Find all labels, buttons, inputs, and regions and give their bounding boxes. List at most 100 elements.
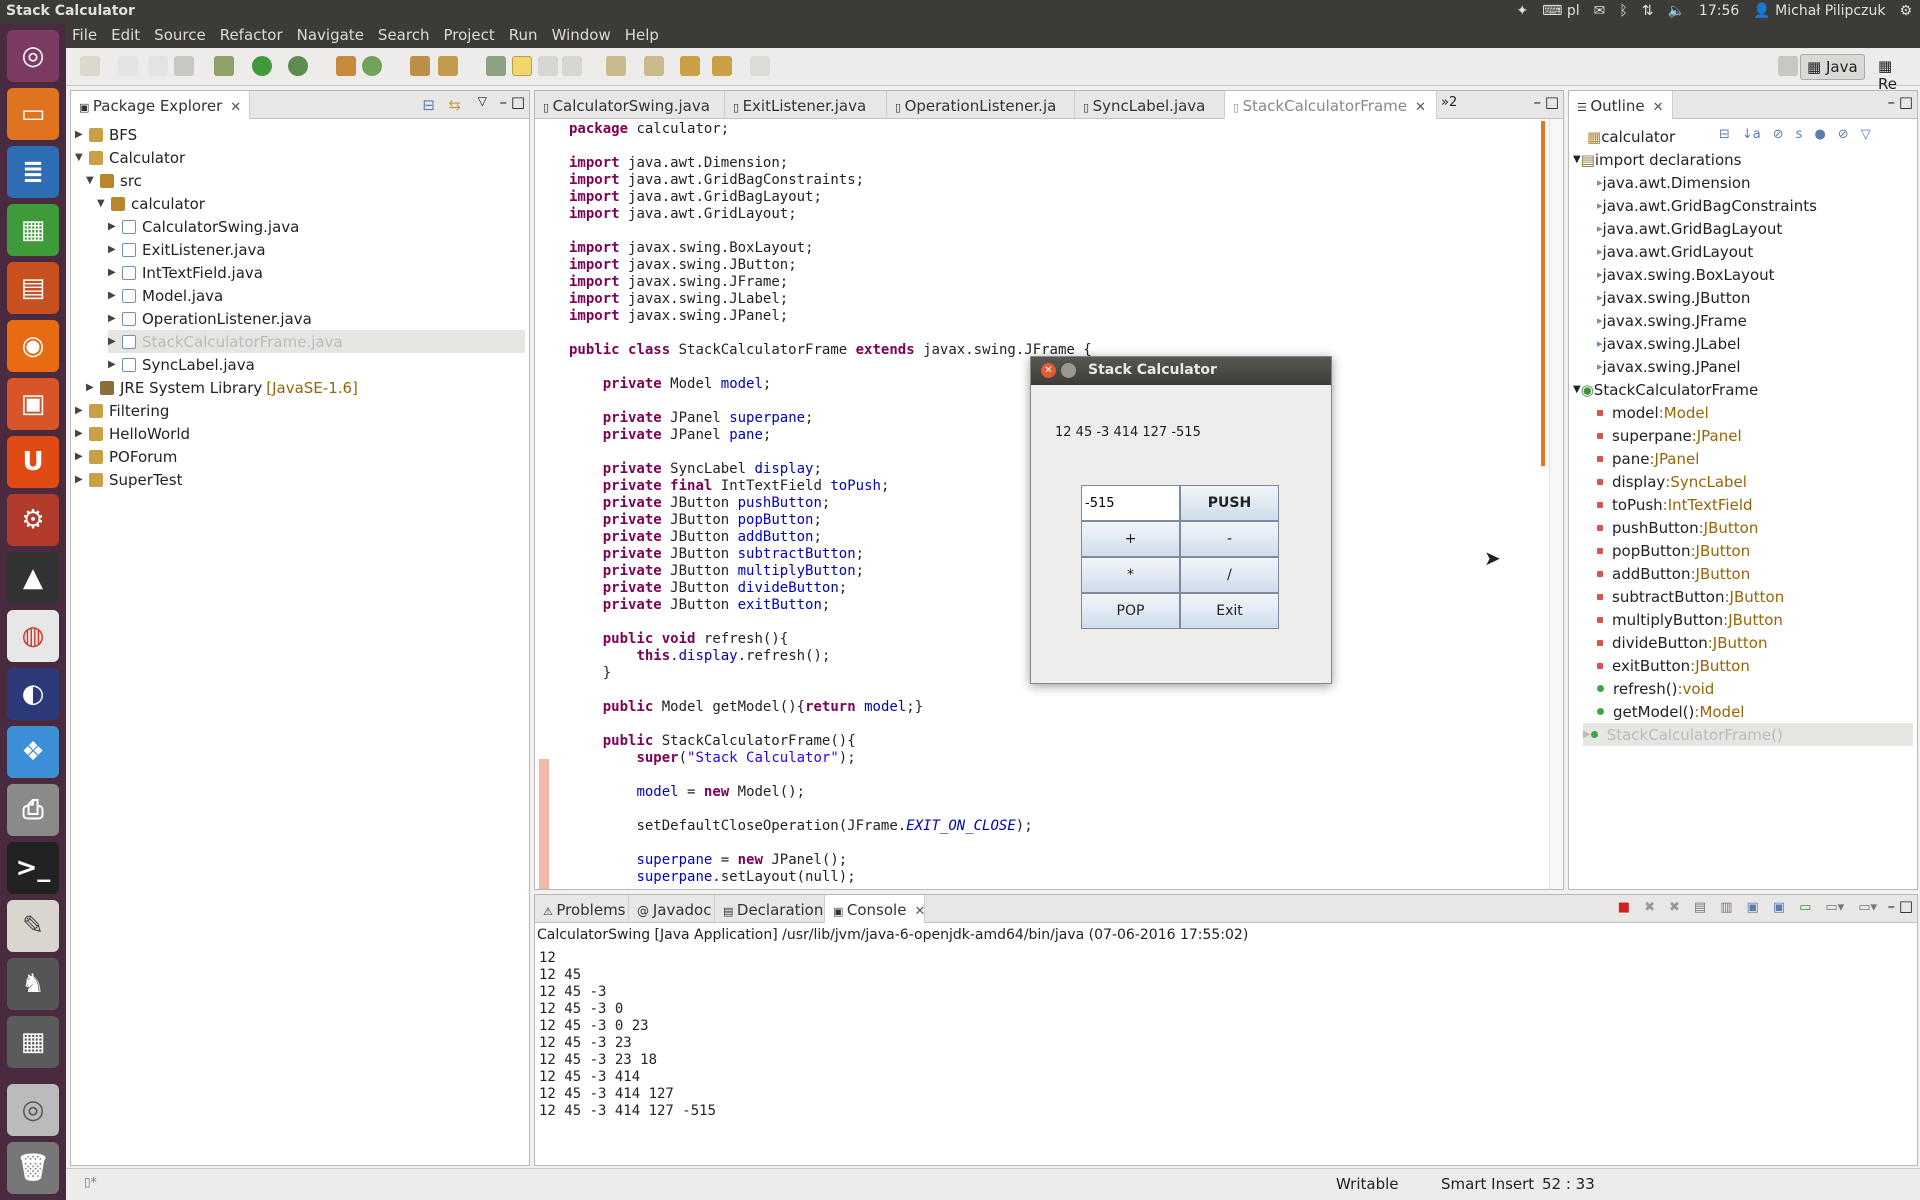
workspace-switcher-icon[interactable]: ▦ [7,1016,59,1068]
hide-nonpublic-icon[interactable]: ● [1814,127,1825,142]
tree-item[interactable]: ▶ CalculatorSwing.java [108,215,525,238]
close-icon[interactable]: ✕ [1653,100,1664,115]
text-editor-icon[interactable]: ✎ [7,900,59,952]
collapsed-icon[interactable]: ▶ [75,129,89,140]
view-menu-icon[interactable]: ▽ [478,94,487,108]
tab-declaration[interactable]: ▤ Declaration [715,895,825,923]
tree-item[interactable]: ▶ OperationListener.java [108,307,525,330]
menu-refactor[interactable]: Refactor [214,24,291,48]
scroll-thumb[interactable] [1541,121,1545,466]
more-tabs-button[interactable]: »2 [1441,95,1457,110]
volume-icon[interactable]: 🔈 [1667,3,1684,19]
close-icon[interactable]: ✕ [1041,363,1056,378]
collapsed-icon[interactable]: ▶ [75,428,89,439]
collapsed-icon[interactable]: ▶ [75,474,89,485]
new-icon[interactable] [80,56,100,76]
tab-stackcalculatorframe[interactable]: ▯ StackCalculatorFrame ✕ [1225,91,1437,119]
outline-item[interactable]: ▶ StackCalculatorFrame() [1583,723,1913,746]
outline-item[interactable]: subtractButton : JButton [1597,585,1784,608]
tree-item[interactable]: ▶ BFS [75,123,525,146]
menu-file[interactable]: File [66,24,105,48]
collapsed-icon[interactable]: ▶ [108,313,122,324]
outline-item[interactable]: ▸ java.awt.GridLayout [1597,240,1753,263]
divide-button[interactable]: / [1180,557,1279,593]
expanded-icon[interactable]: ▼ [86,175,100,186]
hide-local-types-icon[interactable]: ⊘ [1838,127,1849,142]
save-all-icon[interactable] [148,56,168,76]
forward-icon[interactable] [750,56,770,76]
chrome-icon[interactable]: ◍ [7,610,59,662]
outline-item[interactable]: superpane : JPanel [1597,424,1742,447]
collapsed-icon[interactable]: ▶ [108,290,122,301]
dropbox-icon[interactable]: ✦ [1516,3,1528,19]
outline-item[interactable]: popButton : JButton [1597,539,1750,562]
scroll-lock-icon[interactable]: ▥ [1720,900,1732,915]
outline-item[interactable]: ▼ ◉ StackCalculatorFrame [1573,378,1758,401]
files-icon[interactable]: ▭ [7,88,59,140]
minimize-icon[interactable]: – [1888,93,1896,111]
pin-console-icon[interactable]: ▭ [1799,900,1811,915]
outline-item[interactable]: ▸ javax.swing.JPanel [1597,355,1741,378]
annotation-icon[interactable] [486,56,506,76]
outline-item[interactable]: pushButton : JButton [1597,516,1758,539]
menu-source[interactable]: Source [148,24,214,48]
trash-icon[interactable]: 🗑 [7,1142,59,1194]
new-java-project-icon[interactable] [336,56,356,76]
outline-item[interactable]: ▸ java.awt.Dimension [1597,171,1751,194]
overview-ruler[interactable] [1549,119,1563,889]
new-class-icon[interactable] [362,56,382,76]
hide-static-icon[interactable]: s [1796,127,1803,142]
link-editor-icon[interactable]: ⇆ [448,96,461,114]
terminal-icon[interactable]: >_ [7,842,59,894]
maximize-icon[interactable]: □ [1545,93,1559,111]
tab-problems[interactable]: ⚠ Problems [535,895,629,923]
debug-icon[interactable] [214,56,234,76]
bluetooth-icon[interactable]: ᛒ [1619,3,1627,19]
minimize-icon[interactable]: – [1534,93,1542,111]
ubuntu-one-icon[interactable]: U [7,436,59,488]
outline-item[interactable]: ▼ ▤ import declarations [1573,148,1741,171]
tree-item[interactable]: ▶ ExitListener.java [108,238,525,261]
tree-item[interactable]: ▶ HelloWorld [75,422,525,445]
coverage-icon[interactable] [288,56,308,76]
exit-button[interactable]: Exit [1180,593,1279,629]
expanded-icon[interactable]: ▼ [1573,384,1581,395]
mail-icon[interactable]: ✉ [1594,3,1606,19]
tab-console[interactable]: ▣ Console ✕ [825,895,925,923]
maximize-icon[interactable]: □ [1899,93,1913,111]
tab-exitlistener[interactable]: ▯ ExitListener.java [725,91,887,119]
user-menu[interactable]: 👤 Michał Pilipczuk [1753,3,1885,19]
show-on-stderr-icon[interactable]: ▣ [1773,900,1785,915]
outline-item[interactable]: display : SyncLabel [1597,470,1747,493]
collapsed-icon[interactable]: ▶ [86,382,100,393]
pop-button[interactable]: POP [1081,593,1180,629]
open-perspective-icon[interactable] [1778,56,1798,76]
close-icon[interactable]: ✕ [914,904,925,919]
inkscape-icon[interactable]: ▲ [7,552,59,604]
tree-item[interactable]: ▼ Calculator [75,146,525,169]
tab-javadoc[interactable]: @ Javadoc [629,895,715,923]
outline-item[interactable]: ▸ javax.swing.JButton [1597,286,1750,309]
push-button[interactable]: PUSH [1180,485,1279,521]
collapsed-icon[interactable]: ▶ [108,221,122,232]
expanded-icon[interactable]: ▼ [1573,154,1581,165]
collapsed-icon[interactable]: ▶ [108,359,122,370]
expanded-icon[interactable]: ▼ [97,198,111,209]
terminate-icon[interactable]: ■ [1618,900,1630,915]
maximize-icon[interactable]: □ [1899,897,1913,915]
search-icon[interactable] [438,56,458,76]
push-value-input[interactable] [1081,485,1180,521]
outline-item[interactable]: ▸ java.awt.GridBagConstraints [1597,194,1817,217]
outline-item[interactable]: ▸ java.awt.GridBagLayout [1597,217,1782,240]
tab-calculatorswing[interactable]: ▯ CalculatorSwing.java [535,91,725,119]
collapsed-icon[interactable]: ▶ [108,336,122,347]
minimize-icon[interactable] [1061,363,1076,378]
sort-icon[interactable]: ↓a [1742,127,1761,142]
save-icon[interactable] [118,56,138,76]
add-button[interactable]: + [1081,521,1180,557]
back-icon[interactable] [712,56,732,76]
show-whitespace-icon[interactable] [562,56,582,76]
next-annotation-icon[interactable] [606,56,626,76]
menu-project[interactable]: Project [437,24,502,48]
view-menu-icon[interactable]: ▽ [1861,127,1871,142]
